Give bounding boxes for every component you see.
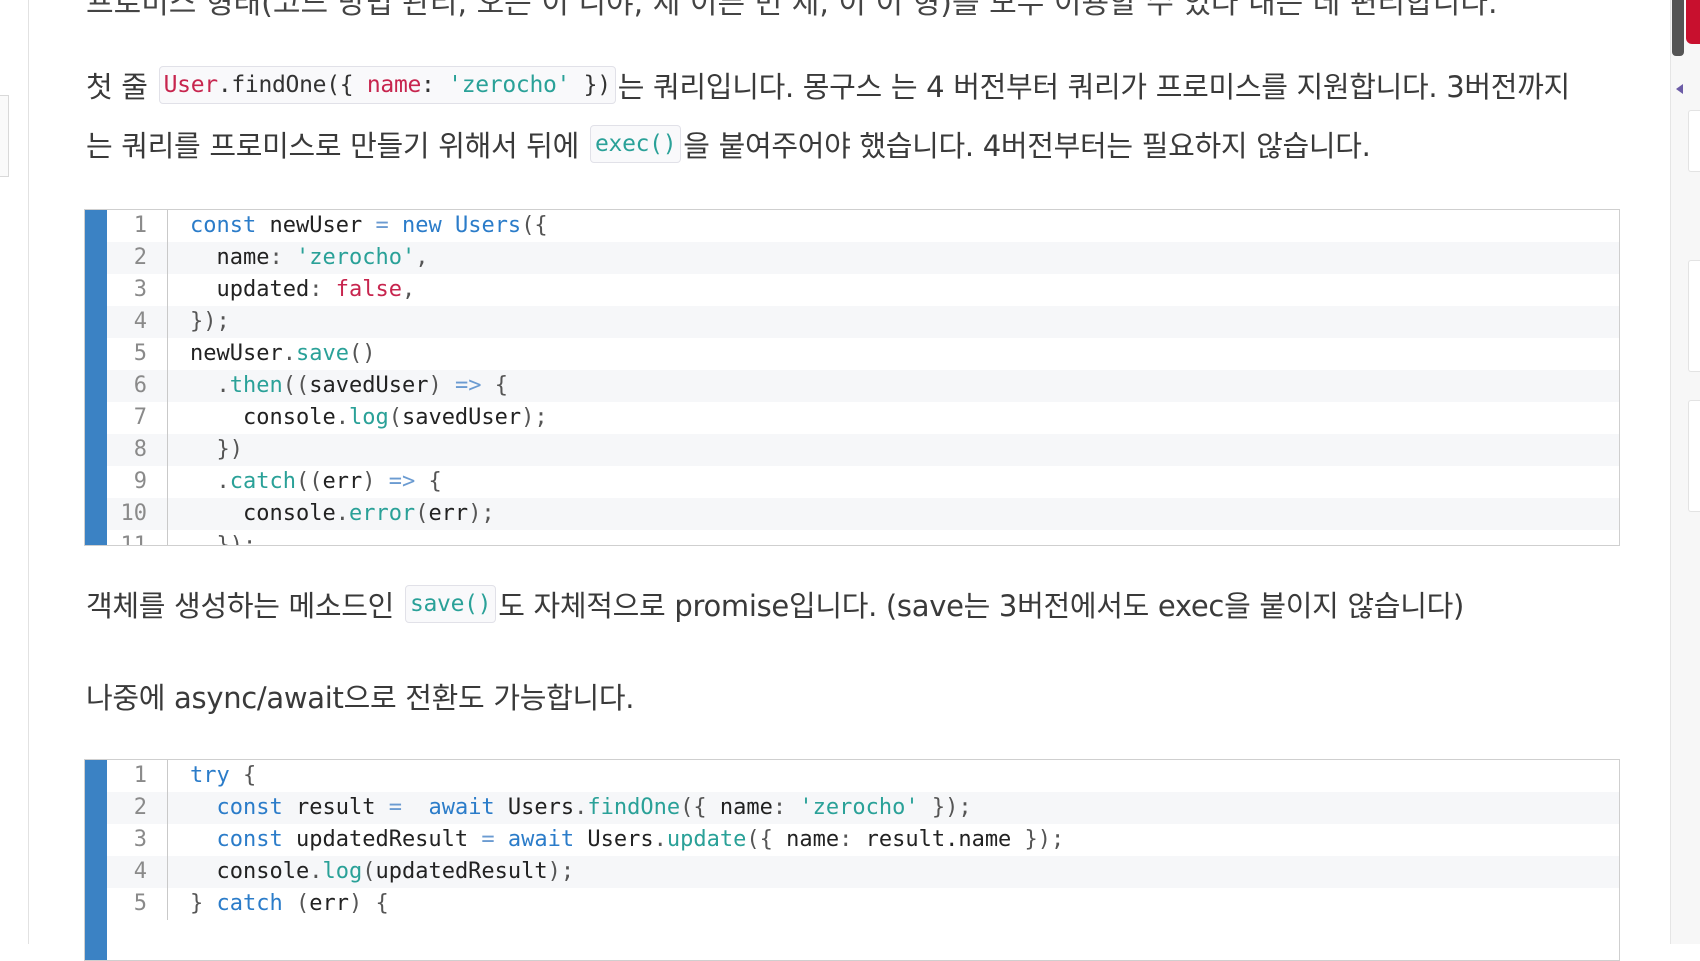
code-token: exec() — [594, 131, 677, 157]
partial-paragraph-top: 프로미스 형태(코드 방법 관리, 오는 이 니야, 세 이른 번 세, 이 이… — [86, 0, 1498, 21]
code-line: 11 }); — [107, 530, 1619, 546]
para1-suffix: 는 쿼리입니다. 몽구스 는 4 버전부터 쿼리가 프로미스를 지원합니다. 3… — [617, 70, 1570, 104]
para3-suffix: 도 자체적으로 promise입니다. (save는 3버전에서도 exec을 … — [498, 589, 1464, 623]
paragraph-async-await: 나중에 async/await으로 전환도 가능합니다. — [86, 675, 634, 717]
code-lines: 1 try { 2 const result = await Users.findO… — [107, 760, 1619, 920]
code-line-text: console.log(savedUser); — [190, 405, 548, 430]
line-number: 4 — [107, 856, 168, 888]
line-number: 9 — [107, 466, 168, 498]
right-panel-widget[interactable] — [1688, 400, 1700, 512]
code-accent-bar — [85, 210, 107, 545]
line-number: 7 — [107, 402, 168, 434]
line-number: 6 — [107, 370, 168, 402]
code-line-text: .catch((err) => { — [216, 469, 442, 494]
code-line: 1 const newUser = new Users({ — [107, 210, 1619, 242]
code-line-text: name: 'zerocho', — [190, 245, 429, 270]
code-token: name — [366, 72, 422, 98]
line-number: 3 — [107, 824, 168, 856]
code-block-save-example: 1 const newUser = new Users({ 2 name: 'zer… — [84, 209, 1620, 546]
code-line: 5 newUser.save() — [107, 338, 1619, 370]
line-number: 10 — [107, 498, 168, 530]
right-panel-handle[interactable] — [1672, 0, 1684, 56]
code-token: : — [421, 72, 449, 98]
paragraph-exec-note: 는 쿼리를 프로미스로 만들기 위해서 뒤에 exec() 을 붙여주어야 했습니… — [86, 123, 1371, 165]
code-lines: 1 const newUser = new Users({ 2 name: 'zer… — [107, 210, 1619, 546]
code-token: }) — [570, 72, 611, 98]
code-line: 3 const updatedResult = await Users.upda… — [107, 824, 1619, 856]
code-line-text: console.log(updatedResult); — [190, 859, 575, 884]
code-token: save() — [409, 591, 492, 617]
code-line: 6 .then((savedUser) => { — [107, 370, 1619, 402]
code-line-text: const updatedResult = await Users.update… — [216, 827, 1065, 852]
right-panel-widget[interactable] — [1688, 260, 1700, 372]
line-number: 3 — [107, 274, 168, 306]
left-edge-tab[interactable] — [0, 95, 9, 177]
collapse-arrow-icon[interactable] — [1676, 84, 1683, 94]
para3-prefix: 객체를 생성하는 메소드인 — [86, 589, 403, 623]
inline-code-exec: exec() — [589, 125, 682, 163]
code-line: 3 updated: false, — [107, 274, 1619, 306]
line-number: 1 — [107, 210, 168, 242]
code-line-text: newUser.save() — [190, 341, 376, 366]
code-line-text: updated: false, — [190, 277, 416, 302]
code-line: 10 console.error(err); — [107, 498, 1619, 530]
line-number: 11 — [107, 530, 168, 545]
code-line: 9 .catch((err) => { — [107, 466, 1619, 498]
code-line-text: try { — [190, 763, 257, 788]
code-line: 7 console.log(savedUser); — [107, 402, 1619, 434]
code-accent-bar — [85, 760, 107, 960]
code-line-text: }); — [190, 533, 257, 546]
para2-suffix: 을 붙여주어야 했습니다. 4버전부터는 필요하지 않습니다. — [683, 129, 1371, 163]
line-number: 1 — [107, 760, 168, 792]
right-panel-red-button[interactable] — [1686, 0, 1700, 44]
code-line: 2 name: 'zerocho', — [107, 242, 1619, 274]
para1-prefix: 첫 줄 — [86, 70, 157, 104]
code-line-text: .then((savedUser) => { — [216, 373, 508, 398]
code-line: 4 console.log(updatedResult); — [107, 856, 1619, 888]
paragraph-query-intro: 첫 줄 User.findOne({ name: 'zerocho' }) 는 쿼… — [86, 64, 1570, 106]
code-line: 1 try { — [107, 760, 1619, 792]
code-block-async-example: 1 try { 2 const result = await Users.findO… — [84, 759, 1620, 961]
code-line: 5 } catch (err) { — [107, 888, 1619, 920]
code-line-text: }); — [190, 309, 230, 334]
line-number: 5 — [107, 888, 168, 920]
code-line: 8 }) — [107, 434, 1619, 466]
code-token: 'zerocho' — [448, 72, 571, 98]
para2-prefix: 는 쿼리를 프로미스로 만들기 위해서 뒤에 — [86, 129, 588, 163]
code-line-text: } catch (err) { — [190, 891, 389, 916]
code-line-text: }) — [190, 437, 243, 462]
para4-text: 나중에 async/await으로 전환도 가능합니다. — [86, 681, 635, 715]
line-number: 2 — [107, 792, 168, 824]
code-line: 2 const result = await Users.findOne({ n… — [107, 792, 1619, 824]
line-number: 2 — [107, 242, 168, 274]
code-token: .findOne({ — [217, 72, 367, 98]
code-line-text: const newUser = new Users({ — [190, 213, 548, 238]
right-panel-widget[interactable] — [1688, 110, 1700, 172]
code-line-text: const result = await Users.findOne({ nam… — [216, 795, 972, 820]
code-line: 4}); — [107, 306, 1619, 338]
line-number: 5 — [107, 338, 168, 370]
line-number: 4 — [107, 306, 168, 338]
line-number: 8 — [107, 434, 168, 466]
code-token: User — [163, 72, 219, 98]
inline-code-save: save() — [404, 585, 497, 623]
paragraph-save-promise: 객체를 생성하는 메소드인 save() 도 자체적으로 promise입니다. … — [86, 583, 1464, 625]
inline-code-findone: User.findOne({ name: 'zerocho' }) — [158, 66, 616, 104]
code-line-text: console.error(err); — [190, 501, 495, 526]
